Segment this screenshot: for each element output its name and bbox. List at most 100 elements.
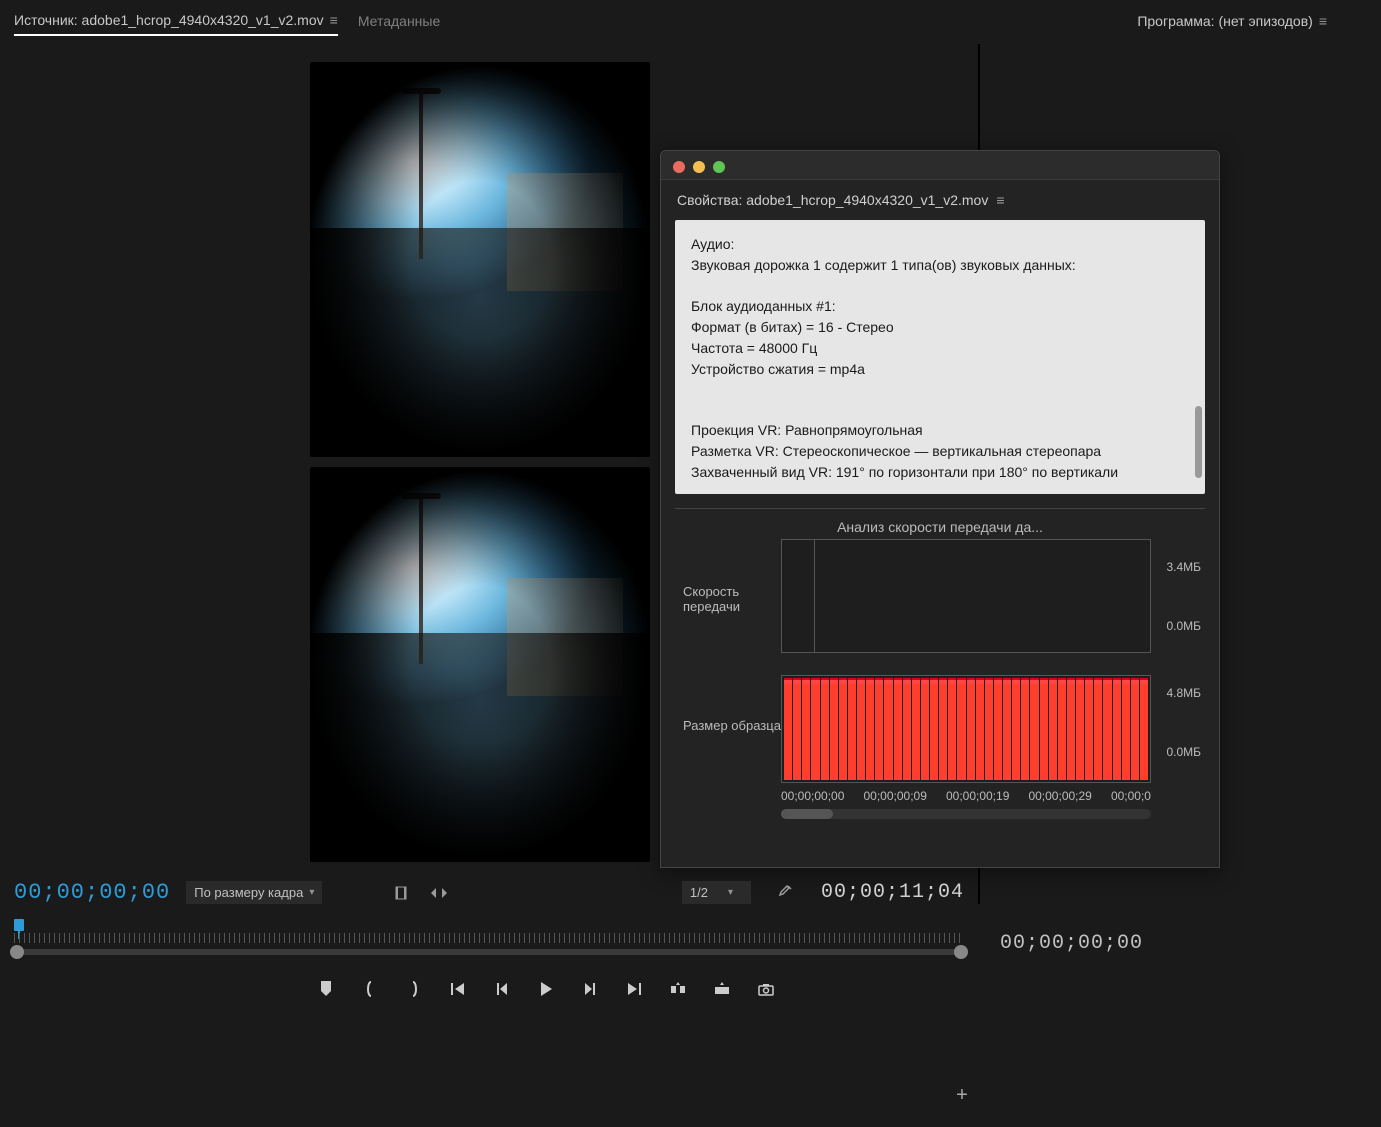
sample-bar	[967, 678, 975, 780]
bracket-in-icon[interactable]	[358, 977, 382, 1001]
prop-line: Формат (в битах) = 16 - Стерео	[691, 317, 1189, 338]
sample-bar	[985, 678, 993, 780]
y-tick: 0.0МБ	[1151, 728, 1203, 776]
sample-bar	[1030, 678, 1038, 780]
insert-icon[interactable]	[666, 977, 690, 1001]
sample-bar	[1067, 678, 1075, 780]
sample-bar	[1003, 678, 1011, 780]
x-tick: 00;00;00;00	[781, 789, 844, 803]
prop-line: Захваченный вид VR: 191° по горизонтали …	[691, 462, 1189, 483]
program-timecode[interactable]: 00;00;00;00	[1000, 932, 1143, 955]
y-tick: 0.0МБ	[1151, 594, 1203, 658]
sample-bar	[1113, 678, 1121, 780]
panel-menu-icon[interactable]: ≡	[330, 12, 338, 28]
step-back-icon[interactable]	[490, 977, 514, 1001]
go-to-in-icon[interactable]	[446, 977, 470, 1001]
sample-bar	[857, 678, 865, 780]
settings-wrench-icon[interactable]	[773, 882, 795, 904]
sample-bar	[903, 678, 911, 780]
zoom-handle-left[interactable]	[10, 945, 24, 959]
button-editor-plus-icon[interactable]: +	[950, 1083, 974, 1107]
prop-line: Блок аудиоданных #1:	[691, 296, 1189, 317]
clip-duration: 00;00;11;04	[821, 881, 964, 904]
zoom-fit-label: По размеру кадра	[194, 885, 303, 900]
prop-line: Устройство сжатия = mp4a	[691, 359, 1189, 380]
window-close-icon[interactable]	[673, 161, 685, 173]
step-forward-icon[interactable]	[578, 977, 602, 1001]
export-frame-icon[interactable]	[754, 977, 778, 1001]
sample-bar	[1122, 678, 1130, 780]
sample-bar	[994, 678, 1002, 780]
sample-bar	[1131, 678, 1139, 780]
playback-resolution-select[interactable]: 1/2 ▾	[682, 881, 751, 904]
overwrite-icon[interactable]	[710, 977, 734, 1001]
transport-controls: +	[14, 977, 964, 1001]
bitrate-row-label: Скорость передачи	[677, 539, 781, 659]
scrollbar-thumb[interactable]	[781, 809, 833, 819]
zoom-handle-right[interactable]	[954, 945, 968, 959]
window-titlebar[interactable]	[661, 151, 1219, 180]
bitrate-graph	[781, 539, 1151, 653]
chevron-down-icon: ▾	[728, 887, 733, 898]
go-to-out-icon[interactable]	[622, 977, 646, 1001]
sample-bar	[1085, 678, 1093, 780]
properties-text: Аудио: Звуковая дорожка 1 содержит 1 тип…	[675, 220, 1205, 494]
sample-bar	[866, 678, 874, 780]
sample-bar	[948, 678, 956, 780]
sample-bar	[976, 678, 984, 780]
panel-menu-icon[interactable]: ≡	[1319, 13, 1327, 29]
window-maximize-icon[interactable]	[713, 161, 725, 173]
x-tick: 00;00;0	[1111, 789, 1151, 803]
sample-bar	[1058, 678, 1066, 780]
prop-line: Проекция VR: Равнопрямоугольная	[691, 420, 1189, 441]
vr-bottom-eye-frame	[310, 467, 650, 862]
x-tick: 00;00;00;19	[946, 789, 1009, 803]
time-ruler[interactable]	[14, 923, 964, 957]
x-tick: 00;00;00;29	[1028, 789, 1091, 803]
scrollbar-thumb[interactable]	[1195, 406, 1202, 478]
current-timecode[interactable]: 00;00;00;00	[14, 880, 170, 905]
drag-video-icon[interactable]	[390, 882, 412, 904]
program-tab-label: Программа: (нет эпизодов)	[1137, 13, 1313, 29]
prop-line: Аудио:	[691, 234, 1189, 255]
sample-bar	[894, 678, 902, 780]
sample-bar	[848, 678, 856, 780]
sample-bar	[1012, 678, 1020, 780]
prop-line: Звуковая дорожка 1 содержит 1 типа(ов) з…	[691, 255, 1189, 276]
y-tick: 3.4МБ	[1151, 539, 1203, 594]
bracket-out-icon[interactable]	[402, 977, 426, 1001]
prop-line: Разметка VR: Стереоскопическое — вертика…	[691, 441, 1189, 462]
source-monitor-preview	[310, 62, 650, 862]
resolution-value: 1/2	[690, 885, 708, 900]
y-tick: 4.8МБ	[1151, 658, 1203, 728]
mark-in-icon[interactable]	[314, 977, 338, 1001]
sample-bar	[884, 678, 892, 780]
sample-bar	[930, 678, 938, 780]
play-icon[interactable]	[534, 977, 558, 1001]
sample-bar	[811, 678, 819, 780]
zoom-scrollbar[interactable]	[14, 949, 964, 955]
program-tab[interactable]: Программа: (нет эпизодов) ≡	[1137, 13, 1327, 35]
zoom-fit-select[interactable]: По размеру кадра ▾	[186, 881, 322, 904]
sample-bar	[1076, 678, 1084, 780]
sample-bar	[1103, 678, 1111, 780]
sample-bar	[830, 678, 838, 780]
metadata-tab[interactable]: Метаданные	[358, 13, 440, 35]
sample-bar	[821, 678, 829, 780]
sample-bar	[921, 678, 929, 780]
sample-bar	[875, 678, 883, 780]
playhead[interactable]	[14, 919, 24, 931]
prop-line: Частота = 48000 Гц	[691, 338, 1189, 359]
drag-audio-icon[interactable]	[428, 882, 450, 904]
bitrate-analysis-title: Анализ скорости передачи да...	[675, 519, 1205, 535]
properties-panel: Свойства: adobe1_hcrop_4940x4320_v1_v2.m…	[660, 150, 1220, 868]
sample-bar	[793, 678, 801, 780]
sample-bar	[1094, 678, 1102, 780]
chevron-down-icon: ▾	[309, 887, 314, 898]
source-tab[interactable]: Источник: adobe1_hcrop_4940x4320_v1_v2.m…	[14, 12, 338, 36]
window-minimize-icon[interactable]	[693, 161, 705, 173]
sample-bar	[1021, 678, 1029, 780]
sample-bar	[1040, 678, 1048, 780]
panel-menu-icon[interactable]: ≡	[996, 192, 1004, 208]
horizontal-scrollbar[interactable]	[781, 809, 1151, 819]
